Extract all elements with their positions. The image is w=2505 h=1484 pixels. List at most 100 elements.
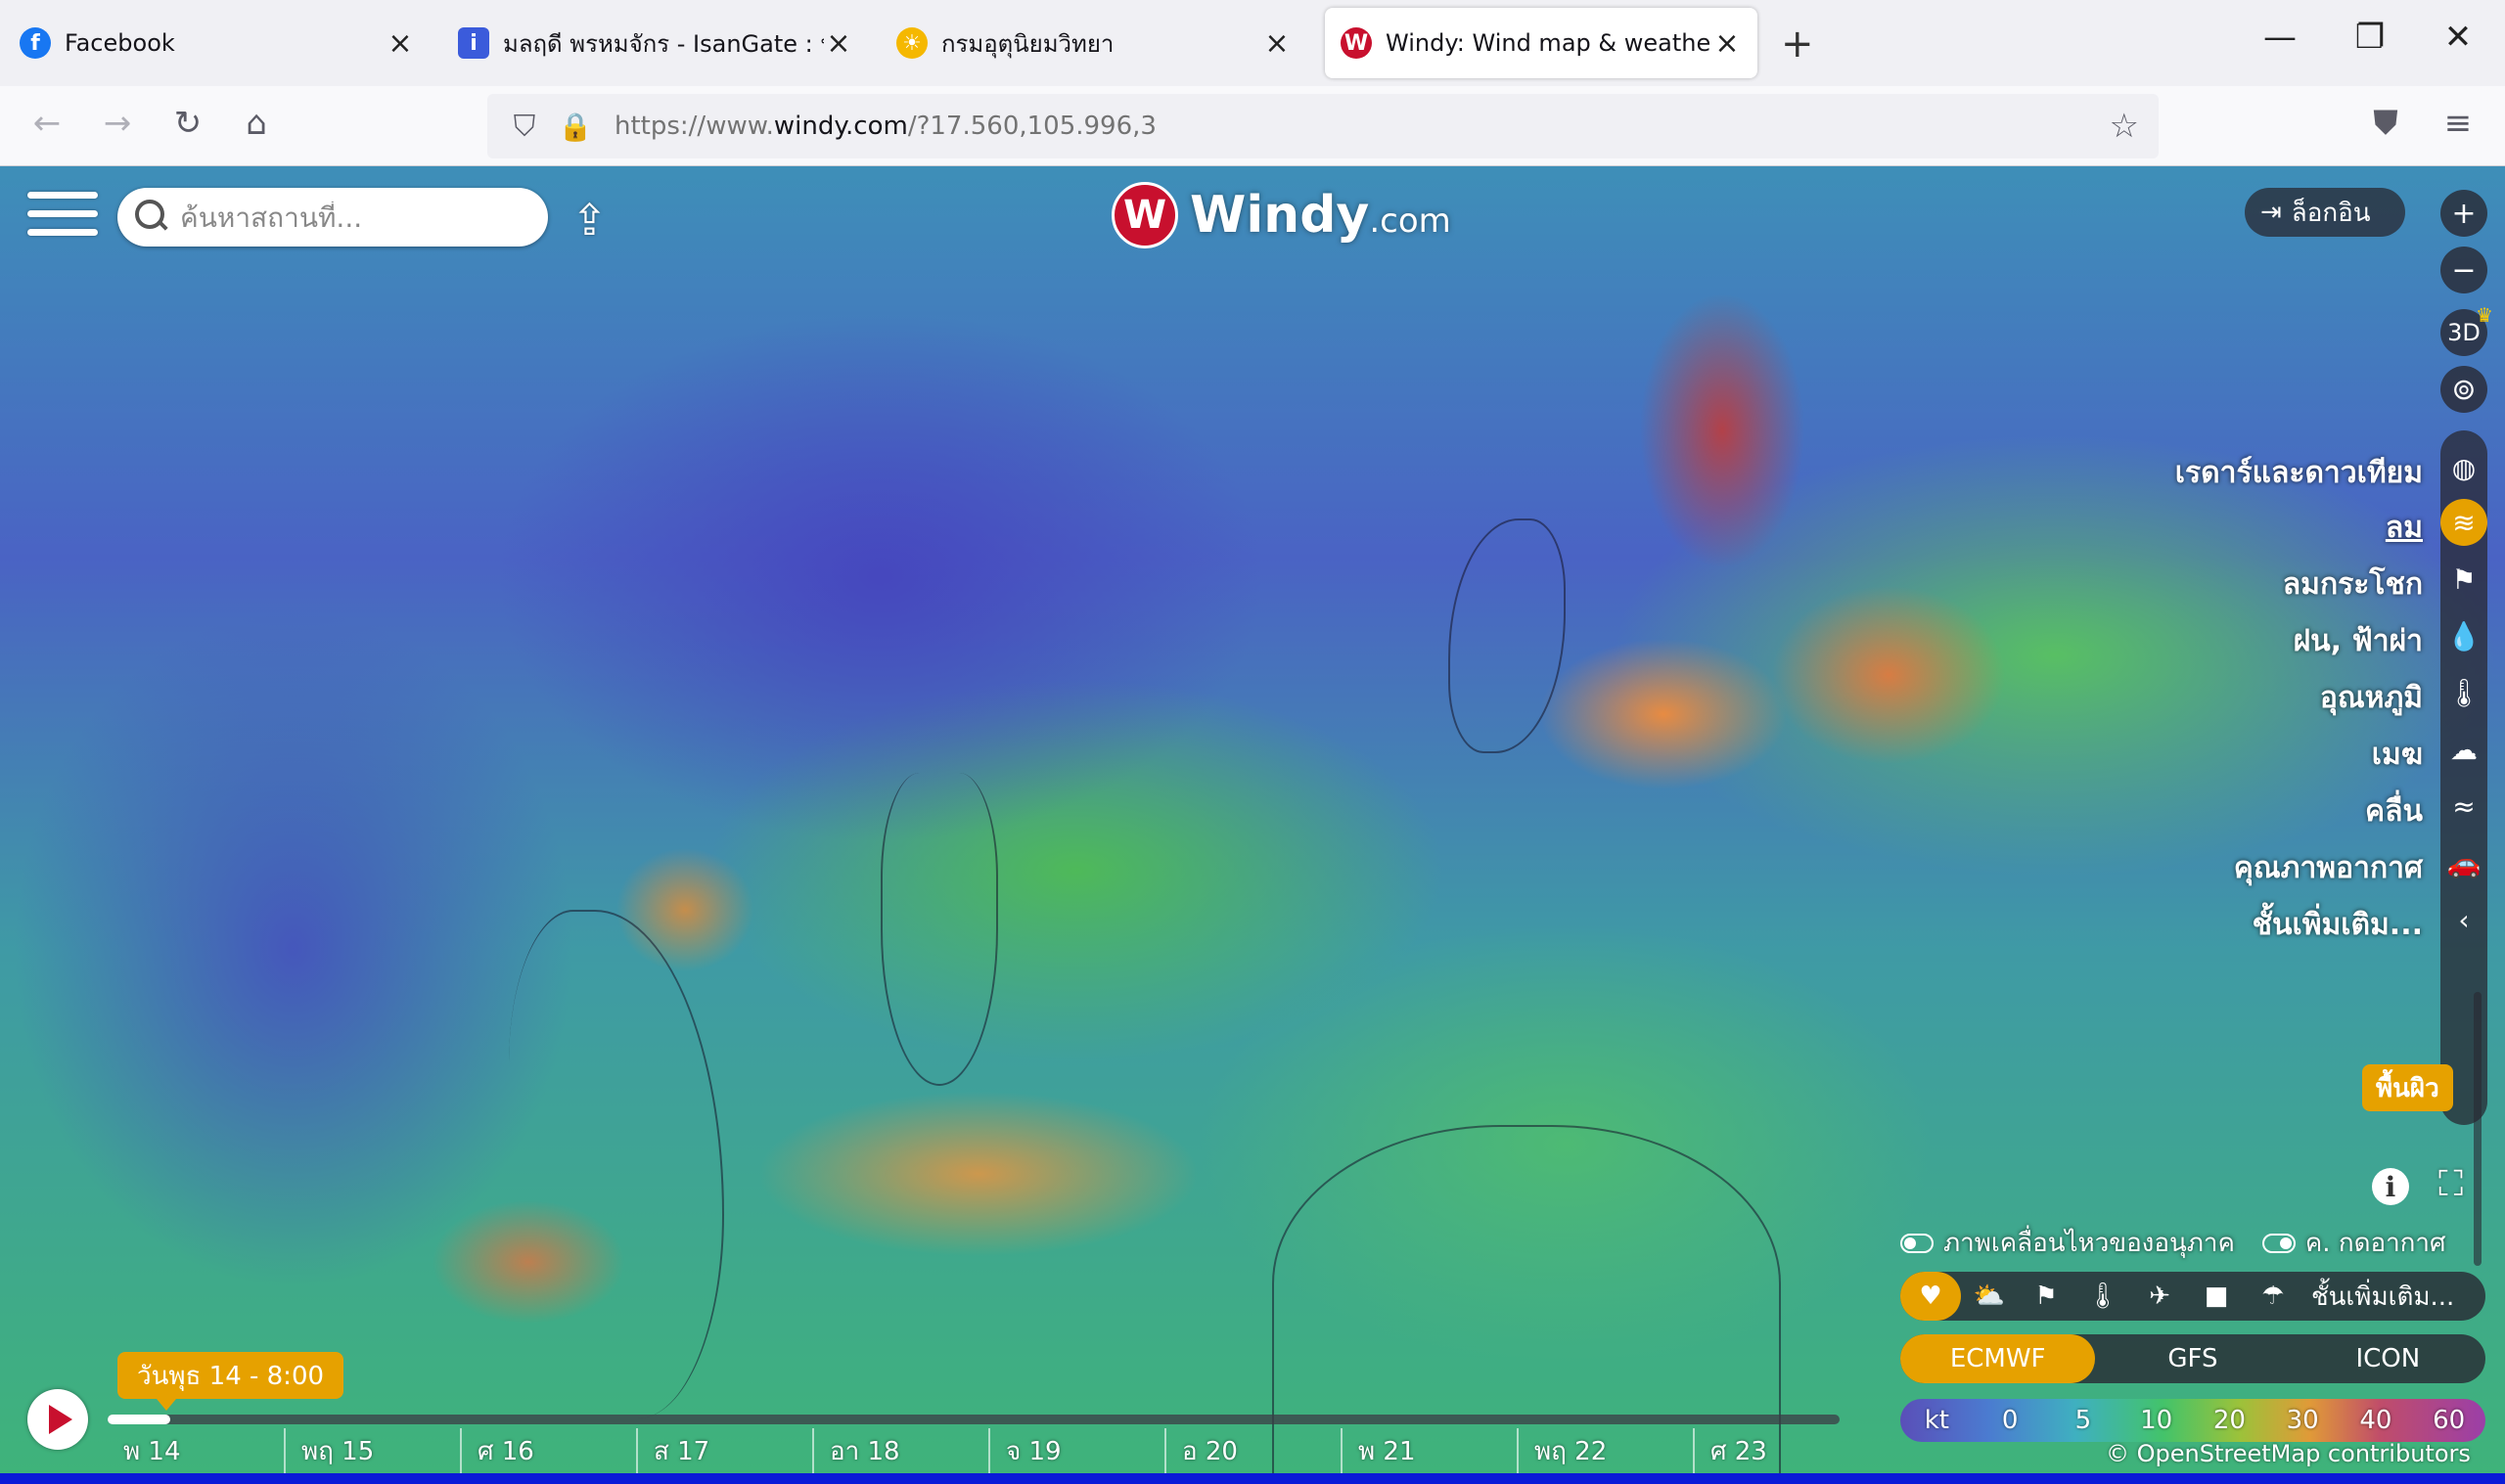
thermometer-icon[interactable]: 🌡	[2440, 669, 2487, 716]
play-button[interactable]	[27, 1389, 88, 1450]
day-label[interactable]: จ 19	[988, 1428, 1164, 1473]
zoom-out-button[interactable]: −	[2440, 247, 2487, 293]
logo-text: Windy.com	[1190, 186, 1451, 245]
search-input[interactable]	[180, 201, 532, 234]
plane-icon[interactable]: ✈	[2131, 1272, 2188, 1321]
wind-speed-legend[interactable]: kt 0 5 10 20 30 40 60	[1900, 1399, 2485, 1442]
day-label[interactable]: ศ 23	[1693, 1428, 1869, 1473]
day-label[interactable]: อา 18	[812, 1428, 988, 1473]
current-time-label[interactable]: วันพุธ 14 - 8:00	[117, 1352, 344, 1411]
new-tab-icon[interactable]: +	[1781, 22, 1814, 67]
altitude-slider[interactable]	[2474, 992, 2482, 1266]
day-label[interactable]: พฤ 22	[1517, 1428, 1693, 1473]
legend-value: 60	[2433, 1406, 2466, 1435]
layer-more[interactable]: ชั้นเพิ่มเติม...	[2253, 902, 2423, 948]
quick-more-layers[interactable]: ชั้นเพิ่มเติม...	[2311, 1277, 2454, 1317]
url-bar[interactable]: ⛉ 🔒 https://www.windy.com/?17.560,105.99…	[487, 94, 2159, 158]
zoom-in-button[interactable]: +	[2440, 190, 2487, 237]
legend-value: 5	[2074, 1406, 2092, 1435]
gust-flag-icon[interactable]: ⚑	[2018, 1272, 2074, 1321]
bookmark-star-icon[interactable]: ☆	[2110, 107, 2139, 146]
model-gfs[interactable]: GFS	[2095, 1334, 2290, 1383]
fullscreen-icon[interactable]: ⛶	[2438, 1164, 2463, 1205]
home-icon[interactable]: ⌂	[233, 104, 280, 143]
day-label[interactable]: พ 14	[108, 1428, 284, 1473]
windy-logo[interactable]: W Windy.com	[1112, 182, 1451, 248]
coastline-india	[881, 773, 998, 1086]
crown-icon: ♛	[2476, 303, 2493, 327]
reload-icon[interactable]: ↻	[164, 104, 211, 143]
login-label: ล็อกอิน	[2291, 198, 2371, 228]
camera-icon[interactable]: ■	[2188, 1272, 2245, 1321]
lock-icon[interactable]: 🔒	[558, 111, 593, 143]
globe-icon[interactable]: ◍	[2440, 444, 2487, 491]
tab-facebook[interactable]: f Facebook ×	[4, 8, 431, 78]
day-label[interactable]: พ 21	[1341, 1428, 1517, 1473]
drop-icon[interactable]: 💧	[2440, 612, 2487, 659]
close-icon[interactable]: ×	[824, 26, 853, 61]
heart-icon[interactable]: ♥	[1900, 1272, 1961, 1321]
legend-value: 20	[2212, 1406, 2246, 1435]
day-label[interactable]: ศ 16	[460, 1428, 636, 1473]
legend-value: 10	[2140, 1406, 2173, 1435]
pressure-label[interactable]: ค. กดอากาศ	[2305, 1223, 2446, 1263]
app-menu-icon[interactable]: ≡	[2435, 104, 2482, 143]
close-icon[interactable]: ×	[1712, 26, 1742, 61]
particles-toggle[interactable]	[1900, 1233, 1934, 1253]
layer-rain[interactable]: ฝน, ฟ้าผ่า	[2294, 618, 2423, 664]
info-icon[interactable]: i	[2372, 1168, 2409, 1205]
restore-icon[interactable]: ❐	[2341, 18, 2399, 57]
forward-icon[interactable]: →	[94, 104, 141, 143]
weather-icon[interactable]: ⛅	[1961, 1272, 2018, 1321]
layer-air-quality[interactable]: คุณภาพอากาศ	[2234, 845, 2423, 891]
minimize-icon[interactable]: —	[2251, 18, 2309, 57]
url-text[interactable]: https://www.windy.com/?17.560,105.996,3	[615, 112, 1157, 141]
windy-logo-icon: W	[1112, 182, 1178, 248]
flag-icon[interactable]: ⚑	[2440, 556, 2487, 603]
chevron-left-icon[interactable]: ‹	[2440, 896, 2487, 943]
pocket-icon[interactable]: ⛊	[2362, 104, 2409, 143]
login-icon: ⇥	[2260, 198, 2282, 227]
tab-windy[interactable]: W Windy: Wind map & weather fo ×	[1325, 8, 1757, 78]
layer-temperature[interactable]: อุณหภูมิ	[2320, 675, 2423, 721]
layer-clouds[interactable]: เมฆ	[2372, 732, 2423, 778]
day-label[interactable]: พฤ 15	[284, 1428, 460, 1473]
particles-label[interactable]: ภาพเคลื่อนไหวของอนุภาค	[1943, 1223, 2235, 1263]
layer-gust[interactable]: ลมกระโชก	[2283, 562, 2423, 607]
layer-radar[interactable]: เรดาร์และดาวเทียม	[2175, 450, 2423, 496]
model-icon[interactable]: ICON	[2291, 1334, 2485, 1383]
share-icon[interactable]: ⇪	[571, 196, 608, 246]
car-icon[interactable]: 🚗	[2440, 839, 2487, 886]
back-icon[interactable]: ←	[23, 104, 70, 143]
close-icon[interactable]: ×	[1262, 26, 1292, 61]
osm-attribution[interactable]: © OpenStreetMap contributors	[2106, 1440, 2471, 1467]
tab-tmd[interactable]: ☀ กรมอุตุนิยมวิทยา ×	[881, 8, 1307, 78]
login-button[interactable]: ⇥ ล็อกอิน	[2245, 188, 2405, 237]
main-menu-button[interactable]	[27, 192, 98, 243]
timeline-progress	[108, 1415, 170, 1424]
coastline-africa	[509, 910, 724, 1418]
wind-map[interactable]: ⇪ W Windy.com ⇥ ล็อกอิน + − 3D ♛ ⊚ ◍ เรด…	[0, 166, 2505, 1473]
layer-wind[interactable]: ลม	[2386, 505, 2423, 551]
tab-isangate[interactable]: i มลฤดี พรหมจักร - IsanGate : ประ ×	[442, 8, 869, 78]
cloud-icon[interactable]: ☁	[2440, 726, 2487, 773]
pressure-toggle[interactable]	[2261, 1233, 2296, 1253]
facebook-icon: f	[20, 27, 51, 59]
umbrella-icon[interactable]: ☂	[2245, 1272, 2301, 1321]
waves-icon[interactable]: ≈	[2440, 783, 2487, 830]
altitude-label[interactable]: พื้นผิว	[2362, 1064, 2453, 1111]
day-label[interactable]: ส 17	[636, 1428, 812, 1473]
wind-icon[interactable]: ≋	[2440, 499, 2487, 546]
legend-value: 0	[2001, 1406, 2019, 1435]
timeline-track[interactable]	[108, 1415, 1840, 1424]
search-box[interactable]	[117, 188, 548, 247]
hurricane-icon[interactable]: ⊚	[2440, 366, 2487, 413]
coastline-japan	[1448, 518, 1566, 753]
layer-waves[interactable]: คลื่น	[2365, 788, 2423, 834]
shield-icon[interactable]: ⛉	[505, 110, 544, 144]
window-close-icon[interactable]: ✕	[2429, 18, 2487, 57]
close-icon[interactable]: ×	[386, 26, 415, 61]
temp-icon[interactable]: 🌡	[2074, 1272, 2131, 1321]
day-label[interactable]: อ 20	[1164, 1428, 1341, 1473]
model-ecmwf[interactable]: ECMWF	[1900, 1334, 2096, 1383]
